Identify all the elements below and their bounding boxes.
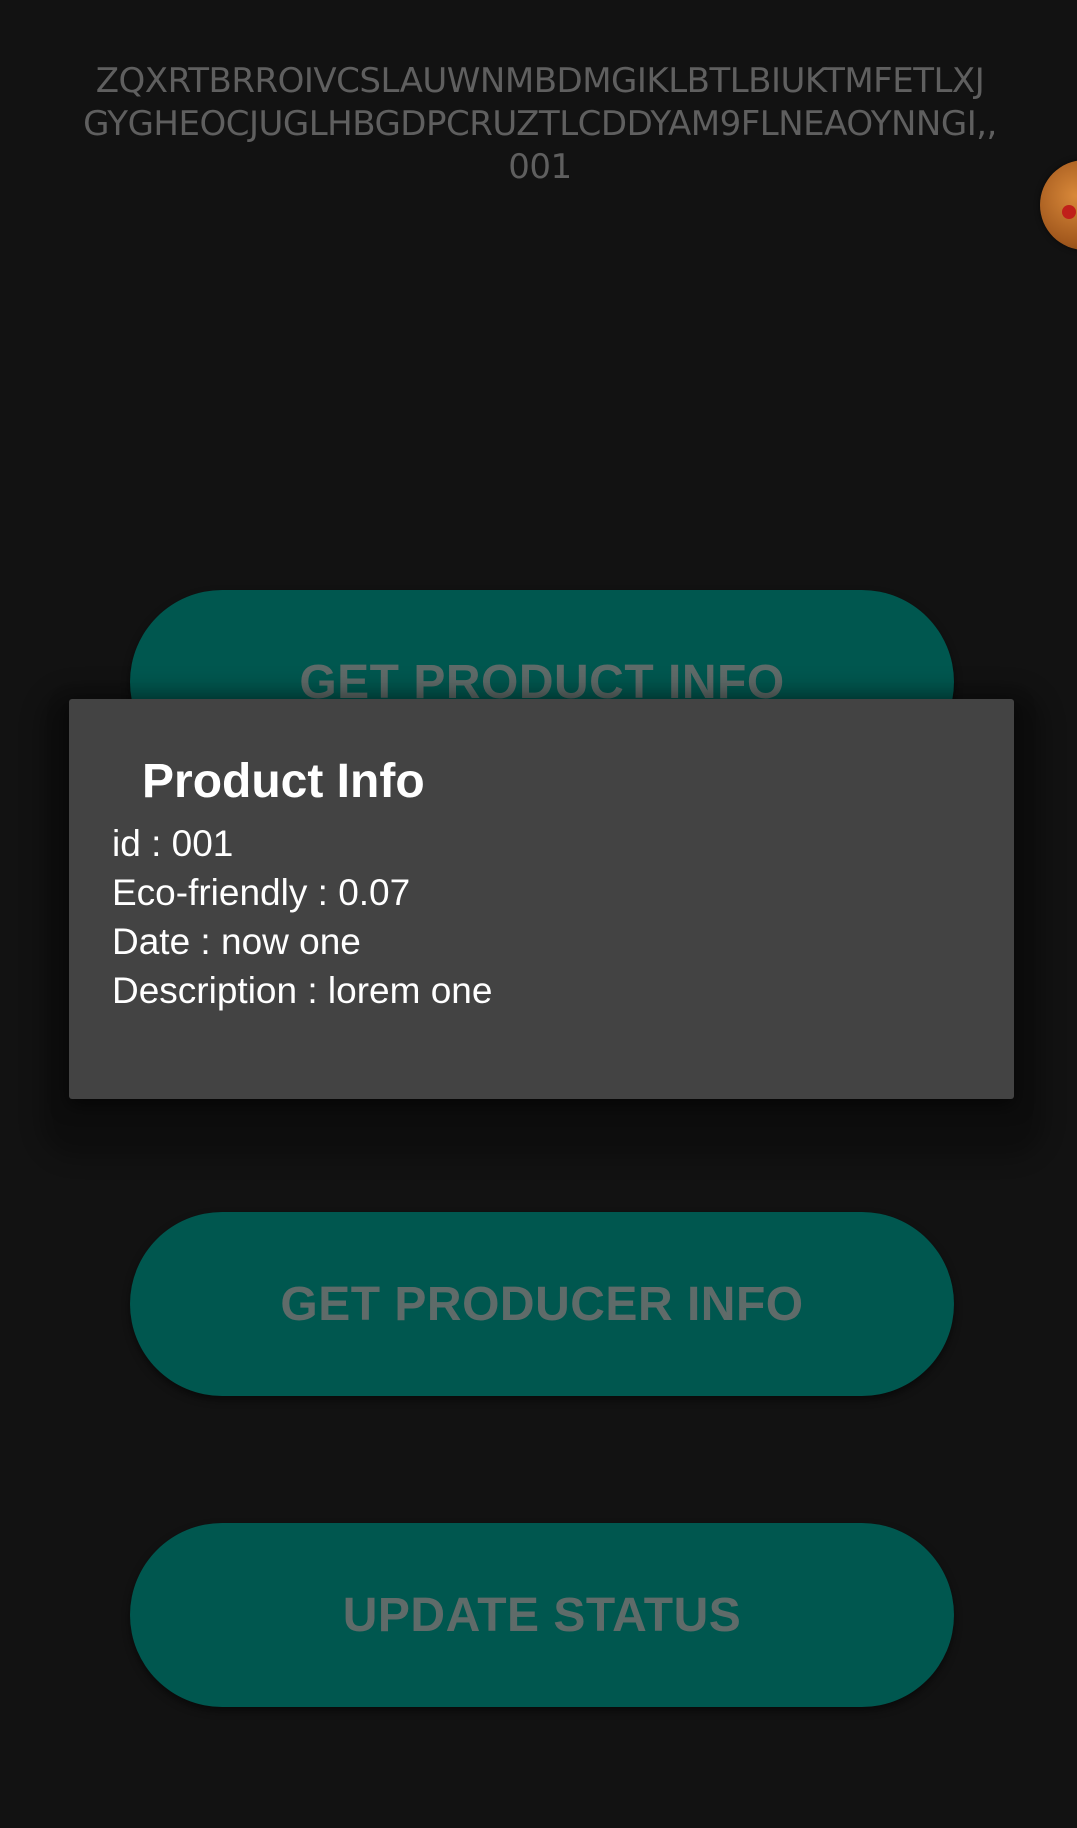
product-hash-text: ZQXRTBRROIVCSLAUWNMBDMGIKLBTLBIUKTMFETLX… (40, 60, 1040, 189)
product-info-dialog[interactable]: Product Info id : 001 Eco-friendly : 0.0… (69, 699, 1014, 1099)
dialog-line-id: id : 001 (112, 823, 234, 864)
floating-chat-bubble-icon[interactable] (1040, 160, 1077, 250)
dialog-title: Product Info (142, 755, 425, 808)
dialog-line-eco-friendly: Eco-friendly : 0.07 (112, 872, 411, 913)
dialog-line-date: Date : now one (112, 921, 361, 962)
dialog-line-description: Description : lorem one (112, 970, 493, 1011)
bubble-indicator-dot (1062, 205, 1076, 219)
get-producer-info-button[interactable]: GET PRODUCER INFO (130, 1212, 954, 1396)
hash-line-3: 001 (508, 147, 572, 187)
hash-line-1: ZQXRTBRROIVCSLAUWNMBDMGIKLBTLBIUKTMFETLX… (95, 61, 985, 101)
hash-line-2: GYGHEOCJUGLHBGDPCRUZTLCDDYAM9FLNEAOYNNGI… (83, 104, 997, 144)
update-status-button[interactable]: UPDATE STATUS (130, 1523, 954, 1707)
app-screen: ZQXRTBRROIVCSLAUWNMBDMGIKLBTLBIUKTMFETLX… (0, 0, 1077, 1828)
